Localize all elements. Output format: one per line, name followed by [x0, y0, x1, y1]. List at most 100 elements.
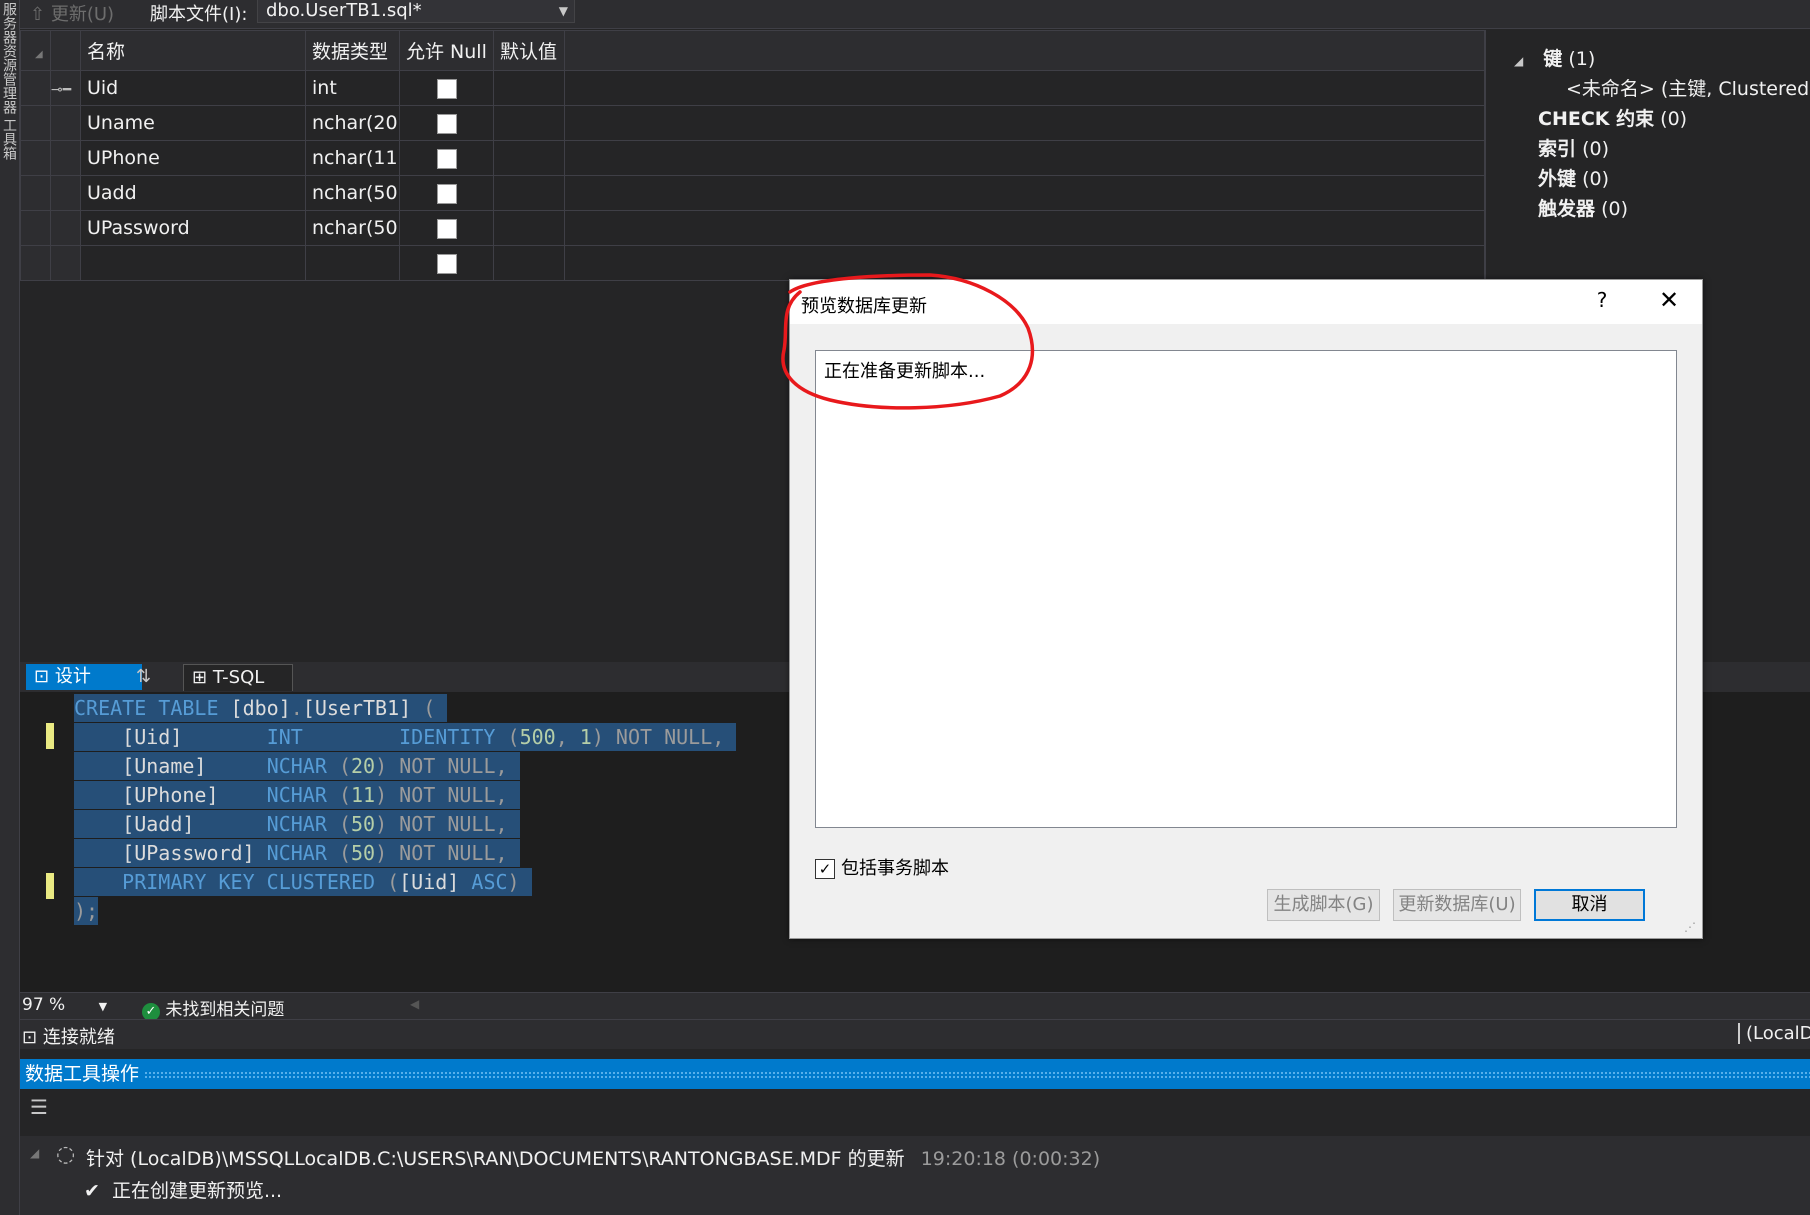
spinner-icon: ◌ [56, 1142, 76, 1167]
column-name-cell[interactable] [80, 245, 306, 281]
close-button[interactable]: ✕ [1652, 286, 1686, 314]
code-line: PRIMARY KEY CLUSTERED ([Uid] ASC) [74, 868, 532, 896]
checkmark-icon: ✔ [84, 1180, 100, 1202]
check-constraints-node[interactable]: CHECK 约束 (0) [1538, 104, 1687, 131]
row-selector[interactable] [50, 210, 81, 246]
allow-null-checkbox[interactable] [436, 148, 457, 169]
swap-panes-button[interactable]: ⇅ [128, 664, 178, 690]
allow-null-checkbox[interactable] [436, 253, 457, 274]
generate-script-button[interactable]: 生成脚本(G) [1267, 889, 1380, 921]
update-database-button[interactable]: 更新数据库(U) [1393, 889, 1521, 921]
default-value-cell[interactable] [493, 140, 565, 176]
collapse-triangle-icon[interactable]: ◢ [1514, 54, 1523, 68]
update-button-label: 更新(U) [50, 4, 115, 25]
table-row[interactable]: Uname nchar(20) [20, 105, 1485, 141]
issues-indicator[interactable]: ✓ 未找到相关问题 [142, 995, 284, 1021]
allow-null-checkbox[interactable] [436, 113, 457, 134]
grid-header-row: ◢ 名称 数据类型 允许 Null 默认值 [20, 30, 1485, 71]
task-item[interactable]: 针对 (LocalDB)\MSSQLLocalDB.C:\USERS\RAN\D… [86, 1144, 1100, 1171]
column-name-cell[interactable]: UPhone [80, 140, 306, 176]
script-preview-area[interactable]: 正在准备更新脚本... [815, 350, 1677, 828]
allow-null-checkbox[interactable] [436, 78, 457, 99]
data-type-cell[interactable]: int [305, 70, 400, 106]
row-selector[interactable] [50, 105, 81, 141]
tsql-icon: ⊞ [192, 667, 208, 688]
designer-toolbar: ⇧ 更新(U) 脚本文件(I): dbo.UserTB1.sql* ▼ [20, 0, 1810, 29]
change-marker [46, 873, 54, 899]
row-selector[interactable] [50, 245, 81, 281]
keys-node[interactable]: ◢ 键 (1) [1514, 44, 1595, 71]
column-name-cell[interactable]: Uid [80, 70, 306, 106]
toolbox-tab[interactable]: 工具箱 [0, 118, 19, 160]
foreign-keys-node[interactable]: 外键 (0) [1538, 164, 1609, 191]
column-name-cell[interactable]: UPassword [80, 210, 306, 246]
dropdown-arrow-icon[interactable]: ▼ [559, 0, 568, 22]
data-tools-operations-panel: ☰ ◢ ◌ 针对 (LocalDB)\MSSQLLocalDB.C:\USERS… [20, 1089, 1810, 1215]
column-header-default[interactable]: 默认值 [493, 30, 565, 71]
data-type-cell[interactable]: nchar(50) [305, 210, 400, 246]
allow-null-cell[interactable] [399, 105, 494, 141]
script-file-value: dbo.UserTB1.sql* [266, 0, 422, 21]
table-row[interactable]: UPassword nchar(50) [20, 210, 1485, 246]
code-line: [Uid] INT IDENTITY (500, 1) NOT NULL, [74, 723, 737, 751]
cancel-button[interactable]: 取消 [1534, 889, 1645, 921]
red-annotation-circle [781, 273, 1035, 410]
allow-null-cell[interactable] [399, 175, 494, 211]
primary-key-item[interactable]: <未命名> (主键, Clustered: U [1566, 74, 1810, 101]
default-value-cell[interactable] [493, 175, 565, 211]
allow-null-checkbox[interactable] [436, 218, 457, 239]
code-line: [UPassword] NCHAR (50) NOT NULL, [74, 839, 520, 867]
data-type-cell[interactable]: nchar(11) [305, 140, 400, 176]
close-icon: ✕ [1658, 286, 1680, 314]
connection-icon: ⊡ [22, 1027, 38, 1048]
allow-null-cell[interactable] [399, 70, 494, 106]
help-button[interactable]: ? [1587, 288, 1617, 312]
column-name-cell[interactable]: Uname [80, 105, 306, 141]
data-tools-operations-title: 数据工具操作 [20, 1059, 1810, 1089]
row-selector[interactable] [50, 175, 81, 211]
checkbox-checked-icon[interactable]: ✓ [815, 859, 835, 879]
primary-key-icon: ⊸━ [51, 82, 72, 98]
table-row[interactable]: ⊸━ Uid int [20, 70, 1485, 106]
script-file-dropdown[interactable]: dbo.UserTB1.sql* ▼ [257, 0, 575, 23]
data-type-cell[interactable]: nchar(50) [305, 175, 400, 211]
data-type-cell[interactable]: nchar(20) [305, 105, 400, 141]
code-line: CREATE TABLE [dbo].[UserTB1] ( [74, 694, 448, 722]
allow-null-cell[interactable] [399, 210, 494, 246]
column-header-name[interactable]: 名称 [80, 30, 306, 71]
column-name-cell[interactable]: Uadd [80, 175, 306, 211]
clear-list-icon[interactable]: ☰ [30, 1095, 48, 1119]
column-header-allow-null[interactable]: 允许 Null [399, 30, 494, 71]
allow-null-checkbox[interactable] [436, 183, 457, 204]
row-selector[interactable]: ⊸━ [50, 70, 81, 106]
tab-design[interactable]: ⊡ 设计 [26, 664, 142, 690]
row-selector[interactable] [50, 140, 81, 176]
update-button[interactable]: ⇧ 更新(U) [30, 0, 115, 25]
data-type-cell[interactable] [305, 245, 400, 281]
allow-null-cell[interactable] [399, 140, 494, 176]
triggers-node[interactable]: 触发器 (0) [1538, 194, 1628, 221]
indexes-node[interactable]: 索引 (0) [1538, 134, 1609, 161]
title-grip [144, 1071, 1810, 1079]
default-value-cell[interactable] [493, 70, 565, 106]
code-line: [UPhone] NCHAR (11) NOT NULL, [74, 781, 520, 809]
design-icon: ⊡ [34, 666, 50, 687]
resize-grip-icon[interactable]: ⋰ [1684, 920, 1696, 934]
default-value-cell[interactable] [493, 210, 565, 246]
grid-corner: ◢ [20, 30, 51, 71]
table-row-new[interactable] [20, 245, 1485, 281]
column-header-type[interactable]: 数据类型 [305, 30, 400, 71]
default-value-cell[interactable] [493, 245, 565, 281]
include-transaction-checkbox[interactable]: ✓ 包括事务脚本 [815, 854, 949, 880]
table-row[interactable]: Uadd nchar(50) [20, 175, 1485, 211]
scroll-left-icon[interactable]: ◀ [410, 997, 419, 1011]
table-row[interactable]: UPhone nchar(11) [20, 140, 1485, 176]
default-value-cell[interactable] [493, 105, 565, 141]
dropdown-arrow-icon[interactable]: ▼ [99, 1000, 107, 1013]
tab-tsql[interactable]: ⊞ T-SQL [183, 664, 293, 691]
server-explorer-tab[interactable]: 服务器资源管理器 [0, 2, 19, 114]
script-file-label: 脚本文件(I): [150, 4, 248, 25]
expand-collapse-icon[interactable]: ◢ [30, 1146, 39, 1160]
zoom-dropdown[interactable]: 97 % ▼ [22, 995, 107, 1015]
allow-null-cell[interactable] [399, 245, 494, 281]
